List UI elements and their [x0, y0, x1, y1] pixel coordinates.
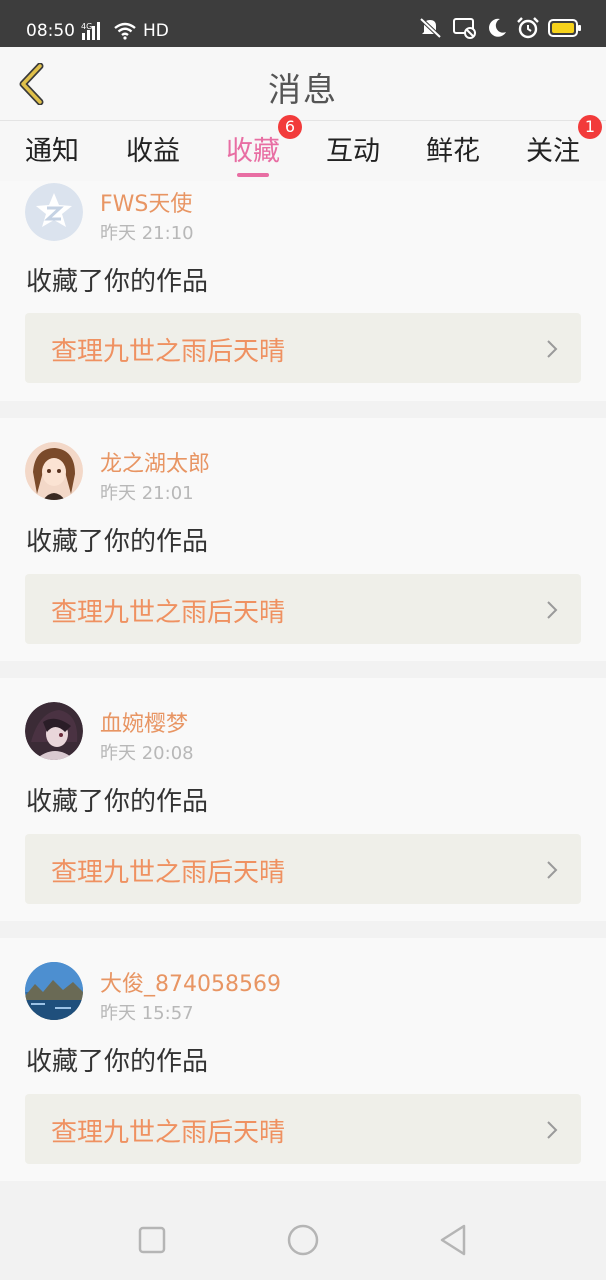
- chevron-right-icon: [547, 601, 558, 619]
- work-link[interactable]: 查理九世之雨后天晴: [25, 313, 581, 383]
- recents-square-icon[interactable]: [134, 1222, 170, 1258]
- favorites-badge: 6: [278, 115, 302, 139]
- chevron-right-icon: [547, 1121, 558, 1139]
- moon-icon: [489, 18, 506, 37]
- tab-bar: 通知 收益 收藏 6 互动 鲜花 关注 1: [0, 115, 606, 181]
- avatar[interactable]: [25, 442, 83, 500]
- message-card: 龙之湖太郎 昨天 21:01 收藏了你的作品 查理九世之雨后天晴: [0, 418, 606, 661]
- user-name[interactable]: FWS天使: [100, 186, 192, 218]
- tab-notifications[interactable]: 通知: [12, 129, 92, 168]
- user-name[interactable]: 血婉樱梦: [100, 706, 188, 738]
- tab-earnings[interactable]: 收益: [113, 129, 193, 168]
- message-card: FWS天使 昨天 21:10 收藏了你的作品 查理九世之雨后天晴: [0, 181, 606, 401]
- tab-flowers[interactable]: 鲜花: [413, 129, 493, 168]
- work-title: 查理九世之雨后天晴: [51, 1118, 286, 1148]
- work-title: 查理九世之雨后天晴: [51, 858, 286, 888]
- chevron-right-icon: [547, 861, 558, 879]
- user-name[interactable]: 龙之湖太郎: [100, 446, 210, 478]
- signal-icon: 4G: [81, 21, 107, 41]
- cast-off-icon: [453, 18, 476, 39]
- user-name[interactable]: 大俊_874058569: [100, 966, 281, 998]
- network-type: 4G: [81, 22, 92, 31]
- message-time: 昨天 20:08: [100, 743, 194, 764]
- action-text: 收藏了你的作品: [26, 267, 209, 297]
- status-bar: 08:50 4G HD: [0, 0, 606, 47]
- message-time: 昨天 21:01: [100, 483, 194, 504]
- message-time: 昨天 15:57: [100, 1003, 194, 1024]
- action-text: 收藏了你的作品: [26, 1047, 209, 1077]
- alarm-icon: [517, 17, 539, 39]
- avatar[interactable]: [25, 702, 83, 760]
- header: 消息: [0, 47, 606, 121]
- action-text: 收藏了你的作品: [26, 787, 209, 817]
- battery-icon: [548, 19, 581, 37]
- avatar[interactable]: [25, 183, 83, 241]
- message-card: 血婉樱梦 昨天 20:08 收藏了你的作品 查理九世之雨后天晴: [0, 678, 606, 921]
- home-circle-icon[interactable]: [285, 1222, 321, 1258]
- action-text: 收藏了你的作品: [26, 527, 209, 557]
- system-nav-bar: [0, 1198, 606, 1280]
- message-time: 昨天 21:10: [100, 223, 194, 244]
- follows-badge: 1: [578, 115, 602, 139]
- mute-icon: [419, 17, 442, 39]
- tab-interactions[interactable]: 互动: [313, 129, 393, 168]
- wifi-icon: [113, 22, 137, 40]
- page-title: 消息: [268, 70, 338, 109]
- active-tab-indicator: [237, 173, 269, 177]
- status-right: [418, 16, 582, 40]
- back-triangle-icon[interactable]: [436, 1222, 472, 1258]
- avatar[interactable]: [25, 962, 83, 1020]
- work-link[interactable]: 查理九世之雨后天晴: [25, 574, 581, 644]
- work-link[interactable]: 查理九世之雨后天晴: [25, 834, 581, 904]
- work-title: 查理九世之雨后天晴: [51, 598, 286, 628]
- work-link[interactable]: 查理九世之雨后天晴: [25, 1094, 581, 1164]
- chevron-right-icon: [547, 340, 558, 358]
- message-card: 大俊_874058569 昨天 15:57 收藏了你的作品 查理九世之雨后天晴: [0, 938, 606, 1181]
- work-title: 查理九世之雨后天晴: [51, 337, 286, 367]
